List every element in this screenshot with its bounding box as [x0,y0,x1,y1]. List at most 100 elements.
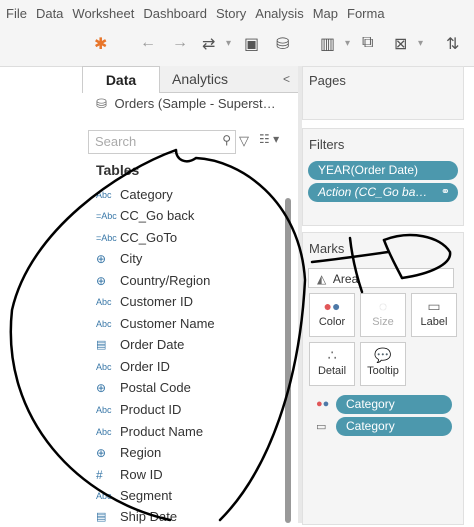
filter-icon[interactable]: ▽ [239,133,249,149]
field-label: Row ID [120,467,163,482]
clear-dropdown-icon[interactable]: ▾ [418,38,423,49]
color-button[interactable]: ●● Color [309,293,355,337]
save-icon[interactable]: ▣ [244,34,259,54]
toolbar: ✱ ← → ⇄ ▾ ▣ ⛁ ▥ ▾ ⧉ ⊠ ▾ ⇅ [0,26,474,67]
string-icon: Abc [96,361,112,372]
field-ship-date[interactable]: ▤ Ship Date [96,506,177,527]
field-order-id[interactable]: Abc Order ID [96,356,170,377]
field-postal-code[interactable]: ⊕ Postal Code [96,377,191,398]
menu-file[interactable]: File [6,6,27,21]
search-icon: ⚲ [222,133,231,147]
undo-icon[interactable]: ← [140,34,156,52]
filter-pill-action[interactable]: Action (CC_Go ba… ⚭ [308,183,458,202]
field-list-scrollbar[interactable] [285,198,291,523]
menu-worksheet[interactable]: Worksheet [72,6,134,21]
duplicate-icon[interactable]: ⧉ [362,34,373,52]
size-label: Size [372,316,394,328]
mark-type-label: Area [332,272,359,286]
string-icon: Abc [96,426,112,437]
detail-icon: ∴ [327,347,337,363]
detail-label: Detail [317,365,347,377]
field-cc-go-back[interactable]: =Abc CC_Go back [96,205,194,226]
tooltip-button[interactable]: 💬 Tooltip [360,342,406,386]
mark-type-dropdown[interactable]: ◭ Area [308,268,454,288]
replay-icon[interactable]: ⇄ [202,34,215,54]
collapse-pane-icon[interactable]: < [283,66,290,92]
globe-icon: ⊕ [96,251,107,266]
datasource-item[interactable]: ⛁ Orders (Sample - Superst… [96,96,276,112]
field-country-region[interactable]: ⊕ Country/Region [96,270,210,291]
pages-shelf[interactable]: Pages [302,66,464,120]
side-pane-tabs: Data Analytics < [82,66,298,93]
clear-sheet-icon[interactable]: ⊠ [394,34,407,54]
field-label: Region [120,445,162,460]
swap-icon[interactable]: ⇅ [446,34,459,54]
tooltip-icon: 💬 [374,347,392,363]
datasource-icon: ⛁ [96,96,107,111]
size-icon: ◌ [378,298,388,314]
size-button[interactable]: ◌ Size [360,293,406,337]
field-segment[interactable]: Abc Segment [96,485,172,506]
menu-dashboard[interactable]: Dashboard [143,6,207,21]
globe-icon: ⊕ [96,445,107,460]
marks-pill-category-label[interactable]: Category [336,417,452,436]
field-customer-name[interactable]: Abc Customer Name [96,313,215,334]
menu-bar: File Data Worksheet Dashboard Story Anal… [0,0,474,26]
field-region[interactable]: ⊕ Region [96,442,161,463]
globe-icon: ⊕ [96,380,107,395]
field-label: Customer ID [120,294,193,309]
field-label: Segment [120,488,173,503]
field-label: Product ID [120,402,182,417]
field-label: Postal Code [120,380,191,395]
detail-button[interactable]: ∴ Detail [309,342,355,386]
field-category[interactable]: Abc Category [96,184,173,205]
field-label: Customer Name [120,316,215,331]
calendar-icon: ▤ [96,511,107,523]
field-label: Category [120,187,173,202]
search-input[interactable]: Search ⚲ [88,130,236,154]
string-icon: Abc [96,296,112,307]
new-datasource-icon[interactable]: ⛁ [276,34,289,54]
string-icon: Abc [96,189,112,200]
tableau-logo-icon[interactable]: ✱ [94,34,107,54]
marks-pill-category-color[interactable]: Category [336,395,452,414]
redo-icon[interactable]: → [172,34,188,52]
string-icon: Abc [96,318,112,329]
field-label: Order Date [120,337,185,352]
filter-pill-label: Action (CC_Go ba… [318,185,428,199]
filter-pill-year-order-date[interactable]: YEAR(Order Date) [308,161,458,180]
calculated-string-icon: =Abc [96,210,117,221]
field-row-id[interactable]: # Row ID [96,464,163,485]
globe-icon: ⊕ [96,273,107,288]
menu-format[interactable]: Forma [347,6,385,21]
field-product-name[interactable]: Abc Product Name [96,421,203,442]
field-product-id[interactable]: Abc Product ID [96,399,181,420]
datasource-label: Orders (Sample - Superst… [114,96,276,111]
string-icon: Abc [96,490,112,501]
field-city[interactable]: ⊕ City [96,248,142,269]
tab-analytics[interactable]: Analytics [172,66,228,92]
field-customer-id[interactable]: Abc Customer ID [96,291,193,312]
field-label: Order ID [120,359,170,374]
new-worksheet-dropdown-icon[interactable]: ▾ [345,38,350,49]
number-icon: # [96,467,103,482]
menu-data[interactable]: Data [36,6,63,21]
pages-title: Pages [309,73,346,88]
field-label: CC_GoTo [120,230,178,245]
string-icon: Abc [96,404,112,415]
color-label: Color [318,316,346,328]
view-options-icon[interactable]: ☷ ▾ [259,132,279,146]
new-worksheet-icon[interactable]: ▥ [320,34,335,54]
link-icon: ⚭ [440,186,450,198]
field-order-date[interactable]: ▤ Order Date [96,334,184,355]
menu-story[interactable]: Story [216,6,246,21]
label-icon: ▭ [427,298,441,314]
menu-analysis[interactable]: Analysis [255,6,303,21]
label-button[interactable]: ▭ Label [411,293,457,337]
field-cc-goto[interactable]: =Abc CC_GoTo [96,227,177,248]
replay-dropdown-icon[interactable]: ▾ [226,38,231,49]
tab-data[interactable]: Data [82,66,160,93]
calculated-string-icon: =Abc [96,232,117,243]
menu-map[interactable]: Map [313,6,338,21]
field-label: Ship Date [120,509,178,524]
